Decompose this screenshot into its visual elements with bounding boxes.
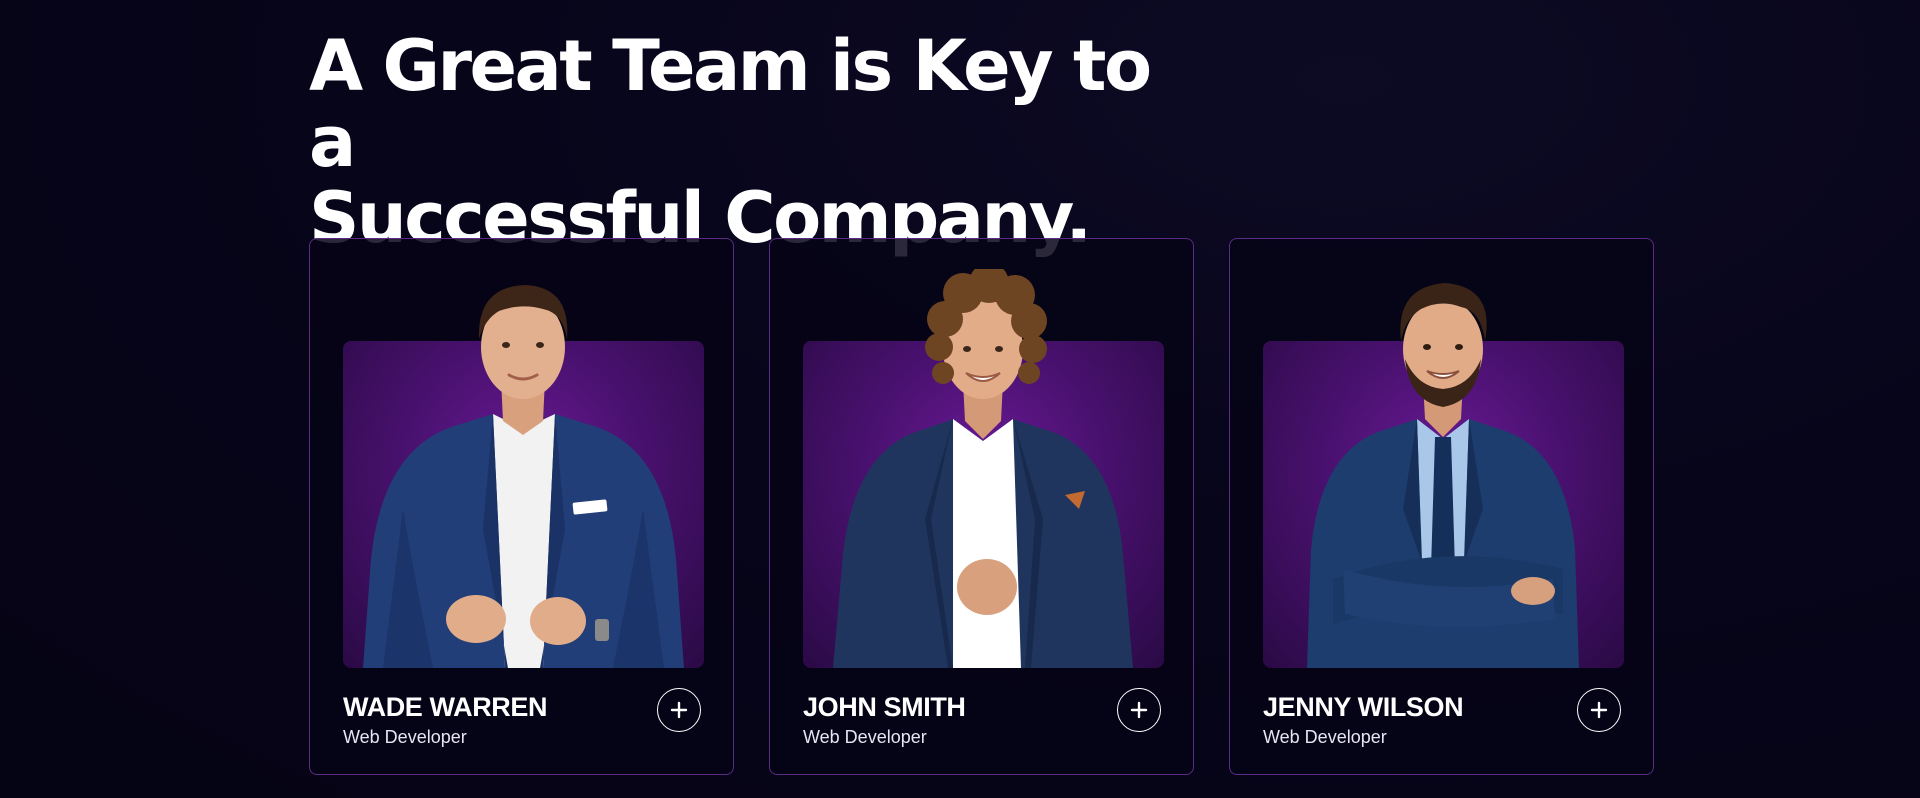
section-headline: A Great Team is Key to a Successful Comp… [309,28,1209,256]
team-card-wade-warren: WADE WARREN Web Developer [309,238,734,775]
member-info: JENNY WILSON Web Developer [1263,691,1464,750]
plus-icon [670,701,688,719]
plus-icon [1590,701,1608,719]
member-info: WADE WARREN Web Developer [343,691,548,750]
team-member-photo [343,269,704,668]
member-role: Web Developer [343,727,467,747]
team-member-photo [803,269,1164,668]
team-card-jenny-wilson: JENNY WILSON Web Developer [1229,238,1654,775]
expand-member-button[interactable] [657,688,701,732]
member-name: JENNY WILSON [1263,692,1464,722]
headline-line-1: A Great Team is Key to a [309,25,1152,183]
plus-icon [1130,701,1148,719]
member-info: JOHN SMITH Web Developer [803,691,966,750]
member-name: JOHN SMITH [803,692,966,722]
expand-member-button[interactable] [1577,688,1621,732]
team-section: A Great Team is Key to a Successful Comp… [309,0,1661,798]
team-member-photo [1263,269,1624,668]
team-card-john-smith: JOHN SMITH Web Developer [769,238,1194,775]
team-cards: WADE WARREN Web Developer JOHN SMITH Web… [309,238,1654,775]
expand-member-button[interactable] [1117,688,1161,732]
member-role: Web Developer [1263,727,1387,747]
member-name: WADE WARREN [343,692,548,722]
member-role: Web Developer [803,727,927,747]
